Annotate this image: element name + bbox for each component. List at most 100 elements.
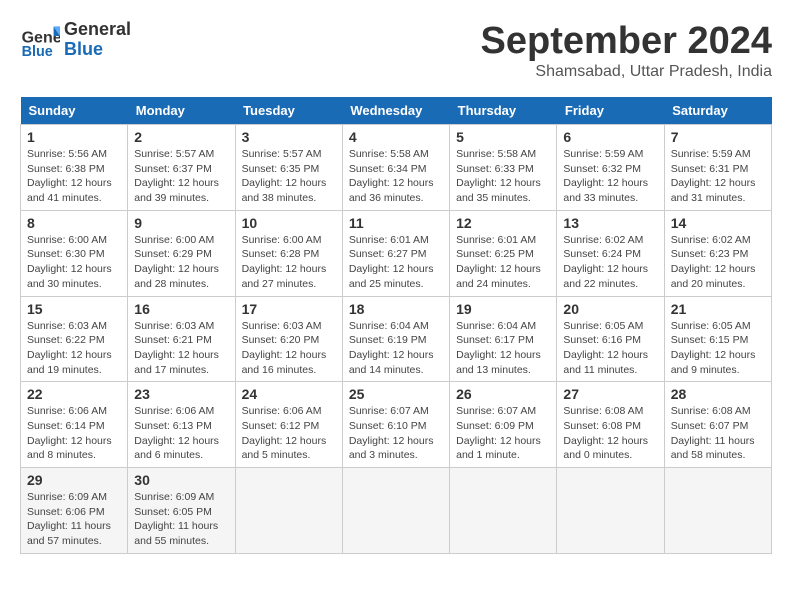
calendar-cell: 23 Sunrise: 6:06 AMSunset: 6:13 PMDayligh… [128, 382, 235, 468]
page-header: General Blue General Blue September 2024… [20, 20, 772, 81]
day-number: 13 [563, 215, 657, 231]
day-number: 21 [671, 301, 765, 317]
day-number: 7 [671, 129, 765, 145]
location-subtitle: Shamsabad, Uttar Pradesh, India [481, 63, 773, 81]
month-year-title: September 2024 [481, 20, 773, 63]
calendar-week-row: 29Sunrise: 6:09 AMSunset: 6:06 PMDayligh… [21, 468, 772, 554]
calendar-cell: 20 Sunrise: 6:05 AMSunset: 6:16 PMDayligh… [557, 296, 664, 382]
day-info: Sunrise: 5:57 AMSunset: 6:35 PMDaylight:… [242, 147, 336, 206]
calendar-cell: 28Sunrise: 6:08 AMSunset: 6:07 PMDayligh… [664, 382, 771, 468]
logo-line1: General [64, 20, 131, 40]
day-info: Sunrise: 6:07 AMSunset: 6:10 PMDaylight:… [349, 404, 443, 463]
day-info: Sunrise: 6:05 AMSunset: 6:15 PMDaylight:… [671, 319, 765, 378]
calendar-week-row: 1 Sunrise: 5:56 AMSunset: 6:38 PMDaylight… [21, 125, 772, 211]
calendar-cell: 27Sunrise: 6:08 AMSunset: 6:08 PMDayligh… [557, 382, 664, 468]
day-info: Sunrise: 5:59 AMSunset: 6:31 PMDaylight:… [671, 147, 765, 206]
calendar-cell: 22Sunrise: 6:06 AMSunset: 6:14 PMDayligh… [21, 382, 128, 468]
calendar-cell: 10Sunrise: 6:00 AMSunset: 6:28 PMDayligh… [235, 210, 342, 296]
logo: General Blue General Blue [20, 20, 131, 60]
day-info: Sunrise: 6:02 AMSunset: 6:23 PMDaylight:… [671, 233, 765, 292]
calendar-header-saturday: Saturday [664, 97, 771, 125]
day-info: Sunrise: 6:06 AMSunset: 6:13 PMDaylight:… [134, 404, 228, 463]
day-info: Sunrise: 6:00 AMSunset: 6:30 PMDaylight:… [27, 233, 121, 292]
calendar-header-thursday: Thursday [450, 97, 557, 125]
calendar-cell: 9Sunrise: 6:00 AMSunset: 6:29 PMDaylight… [128, 210, 235, 296]
calendar-cell [664, 468, 771, 554]
calendar-cell: 6 Sunrise: 5:59 AMSunset: 6:32 PMDaylight… [557, 125, 664, 211]
calendar-cell [235, 468, 342, 554]
calendar-cell: 16 Sunrise: 6:03 AMSunset: 6:21 PMDayligh… [128, 296, 235, 382]
day-number: 22 [27, 386, 121, 402]
day-number: 26 [456, 386, 550, 402]
calendar-cell: 11 Sunrise: 6:01 AMSunset: 6:27 PMDayligh… [342, 210, 449, 296]
day-info: Sunrise: 6:01 AMSunset: 6:27 PMDaylight:… [349, 233, 443, 292]
day-number: 20 [563, 301, 657, 317]
day-number: 1 [27, 129, 121, 145]
calendar-header-monday: Monday [128, 97, 235, 125]
calendar-cell: 12 Sunrise: 6:01 AMSunset: 6:25 PMDayligh… [450, 210, 557, 296]
calendar-cell: 4 Sunrise: 5:58 AMSunset: 6:34 PMDaylight… [342, 125, 449, 211]
calendar-header-sunday: Sunday [21, 97, 128, 125]
day-info: Sunrise: 6:00 AMSunset: 6:28 PMDaylight:… [242, 233, 336, 292]
calendar-cell: 24Sunrise: 6:06 AMSunset: 6:12 PMDayligh… [235, 382, 342, 468]
calendar-cell: 30Sunrise: 6:09 AMSunset: 6:05 PMDayligh… [128, 468, 235, 554]
calendar-cell: 19 Sunrise: 6:04 AMSunset: 6:17 PMDayligh… [450, 296, 557, 382]
calendar-cell: 3 Sunrise: 5:57 AMSunset: 6:35 PMDaylight… [235, 125, 342, 211]
day-info: Sunrise: 5:59 AMSunset: 6:32 PMDaylight:… [563, 147, 657, 206]
title-section: September 2024 Shamsabad, Uttar Pradesh,… [481, 20, 773, 81]
calendar-cell: 21 Sunrise: 6:05 AMSunset: 6:15 PMDayligh… [664, 296, 771, 382]
calendar-week-row: 22Sunrise: 6:06 AMSunset: 6:14 PMDayligh… [21, 382, 772, 468]
calendar-table: SundayMondayTuesdayWednesdayThursdayFrid… [20, 97, 772, 554]
day-info: Sunrise: 6:04 AMSunset: 6:19 PMDaylight:… [349, 319, 443, 378]
day-number: 3 [242, 129, 336, 145]
calendar-header-tuesday: Tuesday [235, 97, 342, 125]
day-info: Sunrise: 6:03 AMSunset: 6:20 PMDaylight:… [242, 319, 336, 378]
day-number: 8 [27, 215, 121, 231]
calendar-week-row: 15Sunrise: 6:03 AMSunset: 6:22 PMDayligh… [21, 296, 772, 382]
day-number: 12 [456, 215, 550, 231]
calendar-cell [450, 468, 557, 554]
day-info: Sunrise: 6:05 AMSunset: 6:16 PMDaylight:… [563, 319, 657, 378]
logo-icon: General Blue [20, 20, 60, 60]
day-number: 4 [349, 129, 443, 145]
day-number: 17 [242, 301, 336, 317]
day-info: Sunrise: 6:06 AMSunset: 6:12 PMDaylight:… [242, 404, 336, 463]
day-info: Sunrise: 6:02 AMSunset: 6:24 PMDaylight:… [563, 233, 657, 292]
calendar-cell [557, 468, 664, 554]
day-info: Sunrise: 5:58 AMSunset: 6:34 PMDaylight:… [349, 147, 443, 206]
calendar-cell: 29Sunrise: 6:09 AMSunset: 6:06 PMDayligh… [21, 468, 128, 554]
calendar-header-row: SundayMondayTuesdayWednesdayThursdayFrid… [21, 97, 772, 125]
day-number: 6 [563, 129, 657, 145]
day-number: 23 [134, 386, 228, 402]
day-number: 30 [134, 472, 228, 488]
calendar-cell: 1 Sunrise: 5:56 AMSunset: 6:38 PMDaylight… [21, 125, 128, 211]
day-number: 19 [456, 301, 550, 317]
calendar-cell: 15Sunrise: 6:03 AMSunset: 6:22 PMDayligh… [21, 296, 128, 382]
calendar-header-wednesday: Wednesday [342, 97, 449, 125]
day-number: 16 [134, 301, 228, 317]
day-info: Sunrise: 6:03 AMSunset: 6:21 PMDaylight:… [134, 319, 228, 378]
day-number: 14 [671, 215, 765, 231]
calendar-cell: 17 Sunrise: 6:03 AMSunset: 6:20 PMDayligh… [235, 296, 342, 382]
day-number: 5 [456, 129, 550, 145]
day-info: Sunrise: 6:01 AMSunset: 6:25 PMDaylight:… [456, 233, 550, 292]
day-info: Sunrise: 6:08 AMSunset: 6:08 PMDaylight:… [563, 404, 657, 463]
calendar-cell: 26 Sunrise: 6:07 AMSunset: 6:09 PMDayligh… [450, 382, 557, 468]
day-info: Sunrise: 6:03 AMSunset: 6:22 PMDaylight:… [27, 319, 121, 378]
day-number: 11 [349, 215, 443, 231]
calendar-week-row: 8 Sunrise: 6:00 AMSunset: 6:30 PMDaylight… [21, 210, 772, 296]
day-number: 18 [349, 301, 443, 317]
day-info: Sunrise: 5:56 AMSunset: 6:38 PMDaylight:… [27, 147, 121, 206]
calendar-cell [342, 468, 449, 554]
day-info: Sunrise: 5:57 AMSunset: 6:37 PMDaylight:… [134, 147, 228, 206]
day-info: Sunrise: 6:04 AMSunset: 6:17 PMDaylight:… [456, 319, 550, 378]
calendar-cell: 18 Sunrise: 6:04 AMSunset: 6:19 PMDayligh… [342, 296, 449, 382]
calendar-cell: 2Sunrise: 5:57 AMSunset: 6:37 PMDaylight… [128, 125, 235, 211]
day-info: Sunrise: 6:07 AMSunset: 6:09 PMDaylight:… [456, 404, 550, 463]
day-number: 28 [671, 386, 765, 402]
day-number: 29 [27, 472, 121, 488]
logo-line2: Blue [64, 40, 131, 60]
calendar-cell: 5 Sunrise: 5:58 AMSunset: 6:33 PMDaylight… [450, 125, 557, 211]
day-info: Sunrise: 5:58 AMSunset: 6:33 PMDaylight:… [456, 147, 550, 206]
calendar-header-friday: Friday [557, 97, 664, 125]
